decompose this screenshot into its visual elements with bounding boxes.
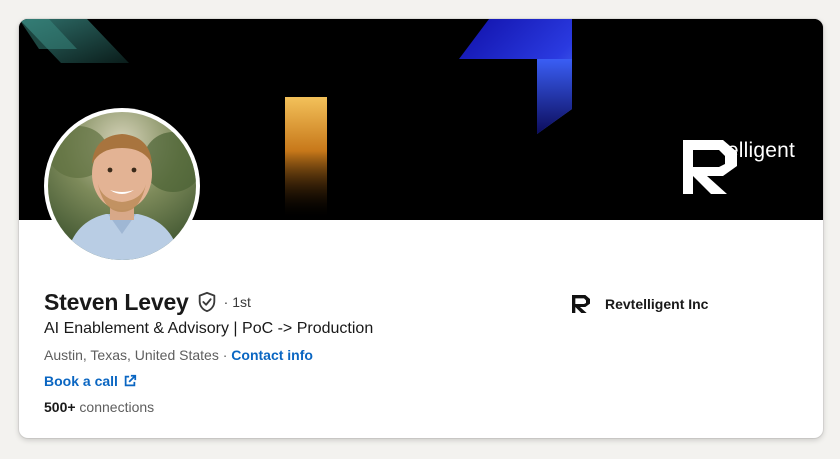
profile-card: revtelligent: [19, 19, 823, 438]
company-name: Revtelligent Inc: [605, 296, 709, 312]
external-link-icon: [124, 374, 137, 387]
current-company[interactable]: Revtelligent Inc: [572, 295, 708, 313]
book-call-label: Book a call: [44, 373, 118, 389]
company-logo-icon: [572, 295, 590, 313]
connections-label: connections: [75, 399, 155, 415]
profile-info: Steven Levey · 1st AI Enablement & Advis…: [44, 287, 373, 417]
connection-degree: · 1st: [223, 294, 251, 310]
location-row: Austin, Texas, United States · Contact i…: [44, 345, 373, 365]
connections-number: 500+: [44, 399, 76, 415]
profile-photo[interactable]: [44, 108, 200, 264]
avatar-image: [48, 112, 196, 260]
profile-headline: AI Enablement & Advisory | PoC -> Produc…: [44, 320, 374, 337]
contact-info-link[interactable]: Contact info: [231, 347, 313, 363]
location-separator: ·: [218, 347, 232, 363]
banner-brand: revtelligent: [682, 140, 795, 194]
shield-check-icon[interactable]: [196, 291, 218, 313]
book-call-link[interactable]: Book a call: [44, 371, 373, 391]
profile-name: Steven Levey: [44, 288, 189, 315]
profile-location: Austin, Texas, United States: [44, 347, 219, 363]
connections-count: 500+ connections: [44, 397, 373, 417]
name-row: Steven Levey · 1st: [44, 287, 373, 317]
revtelligent-logo-icon: [682, 140, 737, 194]
